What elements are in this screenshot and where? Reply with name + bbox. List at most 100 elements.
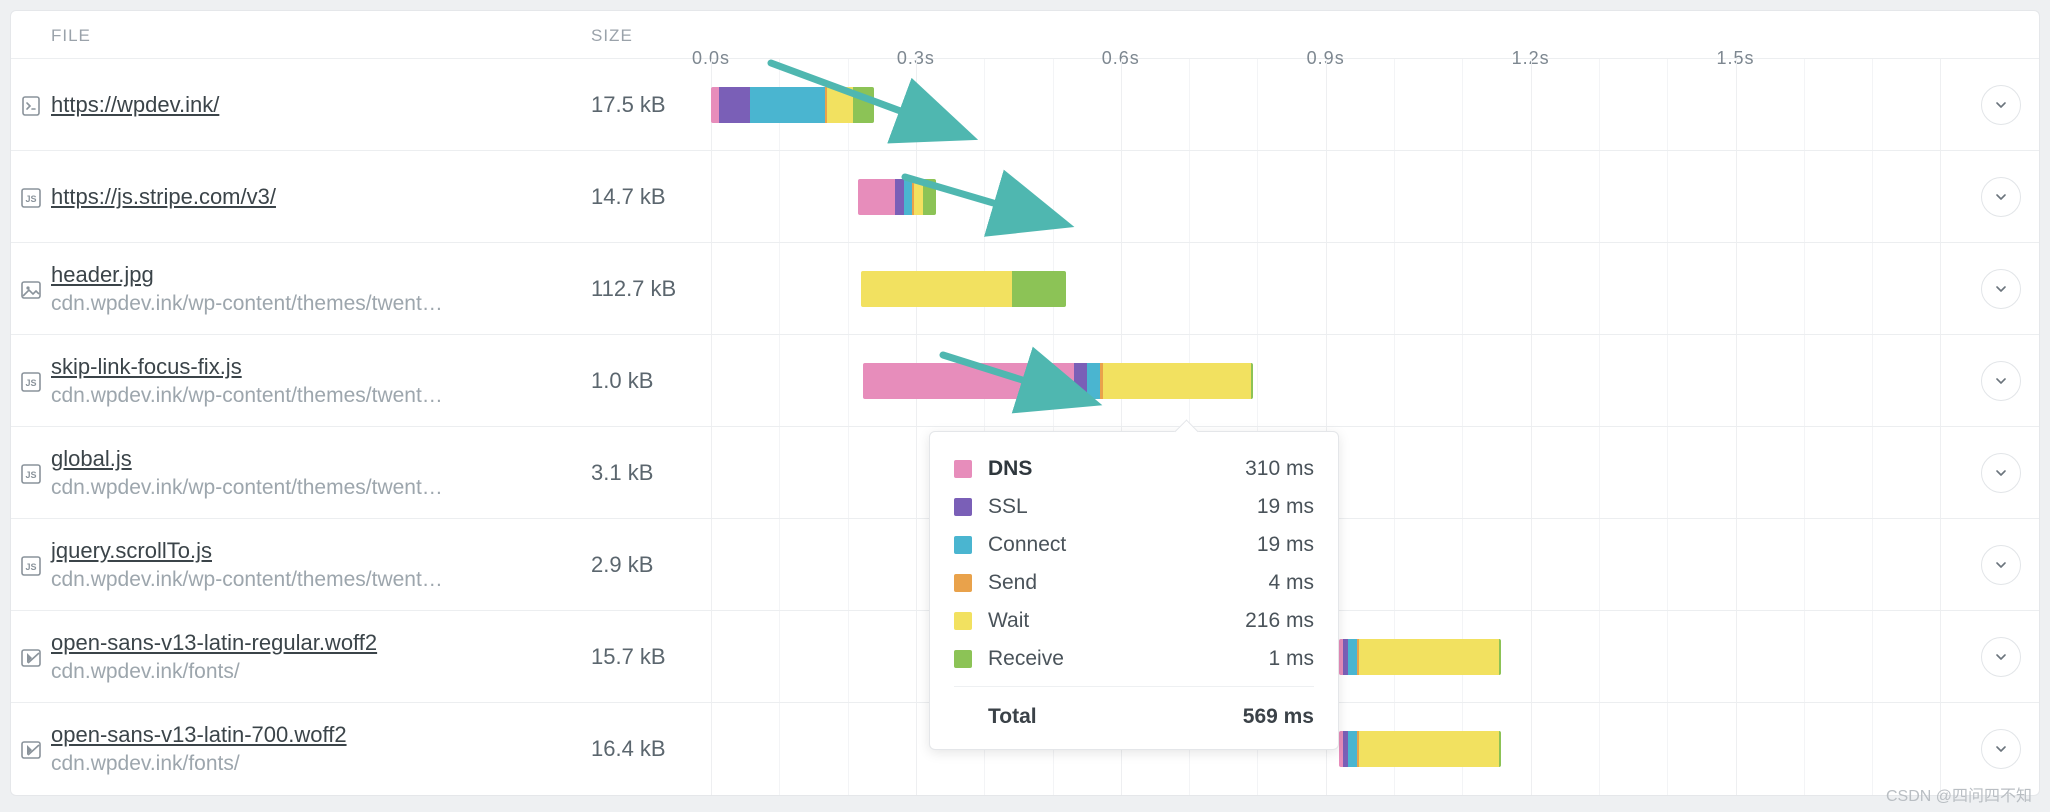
- tooltip-value: 4 ms: [1268, 571, 1314, 595]
- segment-receive: [1251, 363, 1253, 399]
- expand-button[interactable]: [1981, 545, 2021, 585]
- file-link[interactable]: open-sans-v13-latin-regular.woff2: [51, 630, 581, 656]
- table-row[interactable]: https://wpdev.ink/17.5 kB: [11, 59, 2039, 151]
- svg-text:JS: JS: [25, 378, 36, 388]
- tooltip-label: Connect: [988, 533, 1066, 557]
- tooltip-value: 1 ms: [1268, 647, 1314, 671]
- segment-wait: [1359, 731, 1499, 767]
- expand-button[interactable]: [1981, 177, 2021, 217]
- segment-receive: [1012, 271, 1067, 307]
- table-row[interactable]: header.jpg cdn.wpdev.ink/wp-content/theme…: [11, 243, 2039, 335]
- segment-receive: [1499, 639, 1501, 675]
- header-size: SIZE: [591, 26, 711, 46]
- segment-dns: [711, 87, 719, 123]
- tooltip-row-send: Send 4 ms: [954, 564, 1314, 602]
- svg-text:JS: JS: [25, 194, 36, 204]
- expand-button[interactable]: [1981, 269, 2021, 309]
- file-link[interactable]: jquery.scrollTo.js: [51, 538, 581, 564]
- waterfall-panel: FILE SIZE 0.0s0.3s0.6s0.9s1.2s1.5s https…: [10, 10, 2040, 796]
- tooltip-label: SSL: [988, 495, 1028, 519]
- doc-file-icon: [11, 92, 51, 118]
- expand-button[interactable]: [1981, 453, 2021, 493]
- file-link[interactable]: global.js: [51, 446, 581, 472]
- font-file-icon: [11, 644, 51, 670]
- file-size: 112.7 kB: [591, 276, 711, 302]
- file-link[interactable]: skip-link-focus-fix.js: [51, 354, 581, 380]
- segment-connect: [1348, 731, 1358, 767]
- file-link[interactable]: header.jpg: [51, 262, 581, 288]
- timing-bar[interactable]: [1339, 639, 1501, 675]
- annotation-arrow-1: [769, 55, 979, 160]
- tooltip-row-connect: Connect 19 ms: [954, 526, 1314, 564]
- swatch-connect: [954, 536, 972, 554]
- file-path: cdn.wpdev.ink/fonts/: [51, 660, 581, 684]
- tooltip-total-value: 569 ms: [1243, 705, 1314, 729]
- expand-button[interactable]: [1981, 361, 2021, 401]
- segment-receive: [1499, 731, 1501, 767]
- segment-ssl: [719, 87, 750, 123]
- file-path: cdn.wpdev.ink/wp-content/themes/twent…: [51, 292, 581, 316]
- timing-bar[interactable]: [861, 271, 1066, 307]
- img-file-icon: [11, 276, 51, 302]
- file-size: 14.7 kB: [591, 184, 711, 210]
- tooltip-value: 216 ms: [1245, 609, 1314, 633]
- file-link[interactable]: https://js.stripe.com/v3/: [51, 184, 581, 210]
- timing-tooltip: DNS310 ms SSL 19 ms Connect 19 ms Send 4 ms Wai…: [929, 431, 1339, 750]
- file-size: 16.4 kB: [591, 736, 711, 762]
- tooltip-row-receive: Receive 1 ms: [954, 640, 1314, 678]
- tooltip-label: Send: [988, 571, 1037, 595]
- file-size: 3.1 kB: [591, 460, 711, 486]
- table-header: FILE SIZE 0.0s0.3s0.6s0.9s1.2s1.5s: [11, 11, 2039, 59]
- swatch-send: [954, 574, 972, 592]
- tooltip-total-label: Total: [988, 705, 1037, 729]
- segment-wait: [861, 271, 1011, 307]
- file-path: cdn.wpdev.ink/fonts/: [51, 752, 581, 776]
- file-size: 17.5 kB: [591, 92, 711, 118]
- expand-button[interactable]: [1981, 729, 2021, 769]
- tooltip-value: 19 ms: [1257, 533, 1314, 557]
- tooltip-row-ssl: SSL 19 ms: [954, 488, 1314, 526]
- file-size: 1.0 kB: [591, 368, 711, 394]
- font-file-icon: [11, 736, 51, 762]
- js-file-icon: JS: [11, 460, 51, 486]
- file-link[interactable]: https://wpdev.ink/: [51, 92, 581, 118]
- js-file-icon: JS: [11, 552, 51, 578]
- waterfall-cell[interactable]: [711, 243, 2039, 334]
- file-path: cdn.wpdev.ink/wp-content/themes/twent…: [51, 384, 581, 408]
- waterfall-cell[interactable]: [711, 703, 2039, 795]
- segment-wait: [1359, 639, 1499, 675]
- annotation-arrow-3: [941, 349, 1101, 424]
- file-size: 2.9 kB: [591, 552, 711, 578]
- file-path: cdn.wpdev.ink/wp-content/themes/twent…: [51, 476, 581, 500]
- swatch-dns: [954, 460, 972, 478]
- file-size: 15.7 kB: [591, 644, 711, 670]
- tooltip-row-wait: Wait 216 ms: [954, 602, 1314, 640]
- annotation-arrow-2: [903, 171, 1073, 246]
- tooltip-label: Wait: [988, 609, 1029, 633]
- swatch-ssl: [954, 498, 972, 516]
- waterfall-cell[interactable]: [711, 335, 2039, 426]
- waterfall-cell[interactable]: [711, 611, 2039, 702]
- file-path: cdn.wpdev.ink/wp-content/themes/twent…: [51, 568, 581, 592]
- segment-wait: [1103, 363, 1251, 399]
- tooltip-label: DNS: [988, 457, 1032, 481]
- swatch-receive: [954, 650, 972, 668]
- waterfall-cell[interactable]: [711, 519, 2039, 610]
- tooltip-label: Receive: [988, 647, 1064, 671]
- svg-text:JS: JS: [25, 562, 36, 572]
- swatch-wait: [954, 612, 972, 630]
- file-link[interactable]: open-sans-v13-latin-700.woff2: [51, 722, 581, 748]
- js-file-icon: JS: [11, 184, 51, 210]
- expand-button[interactable]: [1981, 637, 2021, 677]
- header-file: FILE: [11, 26, 591, 46]
- timing-bar[interactable]: [1339, 731, 1501, 767]
- segment-connect: [1348, 639, 1358, 675]
- expand-button[interactable]: [1981, 85, 2021, 125]
- svg-text:JS: JS: [25, 470, 36, 480]
- js-file-icon: JS: [11, 368, 51, 394]
- watermark: CSDN @四问四不知: [1886, 782, 2032, 806]
- segment-dns: [858, 179, 896, 215]
- tooltip-row-dns: DNS310 ms: [954, 450, 1314, 488]
- tooltip-value: 19 ms: [1257, 495, 1314, 519]
- waterfall-cell[interactable]: [711, 427, 2039, 518]
